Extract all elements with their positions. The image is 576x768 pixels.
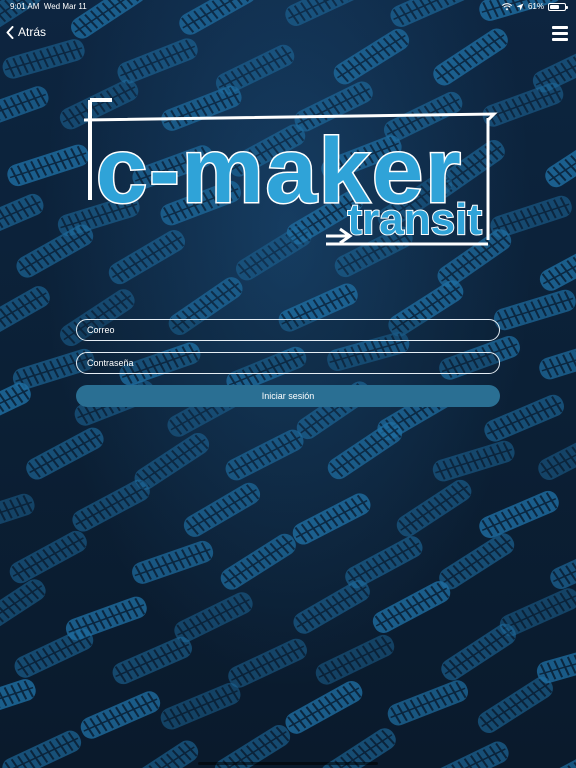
back-button[interactable]: Atrás	[6, 25, 46, 39]
email-field[interactable]	[76, 319, 500, 341]
wifi-icon	[501, 3, 512, 11]
hamburger-menu-icon[interactable]	[552, 26, 568, 41]
status-bar: 9:01 AM Wed Mar 11 61%	[0, 0, 576, 14]
login-button[interactable]: Iniciar sesión	[76, 385, 500, 407]
c-maker-transit-logo: c-maker transit	[83, 98, 498, 246]
logo-text-transit: transit	[348, 195, 483, 244]
status-time: 9:01 AM	[10, 2, 40, 11]
status-time-date: 9:01 AM Wed Mar 11	[10, 0, 87, 14]
battery-level	[550, 5, 559, 9]
password-field[interactable]	[76, 352, 500, 374]
status-date: Wed Mar 11	[43, 2, 87, 11]
location-arrow-icon	[516, 3, 524, 11]
battery-icon	[548, 3, 568, 11]
back-label: Atrás	[18, 25, 47, 39]
status-indicators: 61%	[501, 0, 568, 14]
chevron-left-icon	[6, 25, 14, 39]
home-indicator	[198, 762, 378, 765]
battery-percent: 61%	[527, 2, 544, 11]
